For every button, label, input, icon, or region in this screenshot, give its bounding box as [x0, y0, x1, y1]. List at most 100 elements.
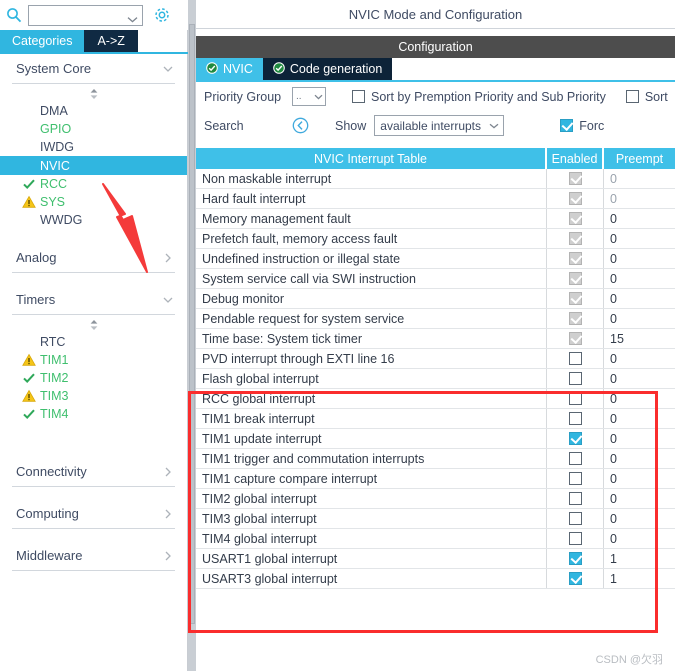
force-truncated-checkbox-wrap[interactable]: Forc — [560, 119, 604, 133]
enabled-checkbox-unchecked[interactable] — [568, 352, 582, 365]
preempt-priority-cell[interactable]: 1 — [604, 549, 675, 568]
enabled-cell[interactable] — [547, 309, 604, 328]
priority-group-select[interactable]: .. — [292, 87, 326, 106]
sidebar-item-tim2[interactable]: TIM2 — [0, 369, 187, 387]
enabled-checkbox-unchecked[interactable] — [568, 532, 582, 545]
table-row[interactable]: RCC global interrupt 0 — [196, 389, 675, 409]
preempt-priority-cell[interactable]: 1 — [604, 569, 675, 588]
table-row[interactable]: System service call via SWI instruction 0 — [196, 269, 675, 289]
enabled-checkbox-checked[interactable] — [568, 572, 582, 585]
table-row[interactable]: USART1 global interrupt 1 — [196, 549, 675, 569]
preempt-priority-cell[interactable]: 0 — [604, 509, 675, 528]
preempt-priority-cell[interactable]: 0 — [604, 209, 675, 228]
preempt-priority-cell[interactable]: 0 — [604, 169, 675, 188]
enabled-checkbox-locked[interactable] — [568, 212, 582, 225]
table-row[interactable]: TIM1 capture compare interrupt 0 — [196, 469, 675, 489]
enabled-cell[interactable] — [547, 569, 604, 588]
enabled-cell[interactable] — [547, 509, 604, 528]
component-search-box[interactable] — [28, 4, 143, 26]
sidebar-item-tim1[interactable]: TIM1 — [0, 351, 187, 369]
column-header-enabled[interactable]: Enabled — [547, 148, 604, 169]
sidebar-item-tim3[interactable]: TIM3 — [0, 387, 187, 405]
table-row[interactable]: Undefined instruction or illegal state 0 — [196, 249, 675, 269]
table-row[interactable]: Pendable request for system service 0 — [196, 309, 675, 329]
preempt-priority-cell[interactable]: 0 — [604, 369, 675, 388]
enabled-cell[interactable] — [547, 289, 604, 308]
enabled-checkbox-locked[interactable] — [568, 312, 582, 325]
search-input[interactable] — [32, 6, 127, 24]
table-row[interactable]: TIM1 break interrupt 0 — [196, 409, 675, 429]
preempt-priority-cell[interactable]: 0 — [604, 429, 675, 448]
enabled-checkbox-locked[interactable] — [568, 332, 582, 345]
enabled-cell[interactable] — [547, 189, 604, 208]
enabled-cell[interactable] — [547, 369, 604, 388]
tab-code-generation[interactable]: Code generation — [262, 58, 393, 80]
preempt-priority-cell[interactable]: 0 — [604, 249, 675, 268]
preempt-priority-cell[interactable]: 0 — [604, 449, 675, 468]
sidebar-item-nvic[interactable]: NVIC — [0, 156, 187, 175]
tab-a-to-z[interactable]: A->Z — [84, 30, 138, 52]
enabled-cell[interactable] — [547, 409, 604, 428]
enabled-cell[interactable] — [547, 269, 604, 288]
show-filter-select[interactable]: available interrupts — [374, 115, 505, 136]
enabled-cell[interactable] — [547, 169, 604, 188]
enabled-cell[interactable] — [547, 489, 604, 508]
table-row[interactable]: Memory management fault 0 — [196, 209, 675, 229]
enabled-checkbox-unchecked[interactable] — [568, 512, 582, 525]
table-row[interactable]: Hard fault interrupt 0 — [196, 189, 675, 209]
enabled-checkbox-locked[interactable] — [568, 172, 582, 185]
preempt-priority-cell[interactable]: 0 — [604, 269, 675, 288]
panel-splitter[interactable] — [188, 0, 196, 671]
preempt-priority-cell[interactable]: 0 — [604, 189, 675, 208]
table-row[interactable]: TIM1 trigger and commutation interrupts 0 — [196, 449, 675, 469]
enabled-checkbox-locked[interactable] — [568, 272, 582, 285]
preempt-priority-cell[interactable]: 0 — [604, 349, 675, 368]
enabled-cell[interactable] — [547, 389, 604, 408]
sort-truncated-checkbox[interactable] — [625, 90, 639, 103]
group-header-middleware[interactable]: Middleware — [12, 541, 175, 571]
preempt-priority-cell[interactable]: 0 — [604, 529, 675, 548]
scroll-spinner-timers[interactable] — [0, 315, 187, 333]
search-reset-icon[interactable] — [292, 117, 309, 134]
sort-preemption-checkbox[interactable] — [352, 90, 365, 103]
table-row[interactable]: USART3 global interrupt 1 — [196, 569, 675, 589]
enabled-cell[interactable] — [547, 529, 604, 548]
column-header-preempt[interactable]: Preempt — [604, 148, 675, 169]
enabled-checkbox-unchecked[interactable] — [568, 472, 582, 485]
enabled-cell[interactable] — [547, 429, 604, 448]
sidebar-item-iwdg[interactable]: IWDG — [0, 138, 187, 156]
enabled-checkbox-unchecked[interactable] — [568, 492, 582, 505]
enabled-cell[interactable] — [547, 229, 604, 248]
enabled-checkbox-locked[interactable] — [568, 292, 582, 305]
sort-truncated-checkbox-wrap[interactable]: Sort — [625, 90, 668, 104]
preempt-priority-cell[interactable]: 15 — [604, 329, 675, 348]
table-row[interactable]: TIM3 global interrupt 0 — [196, 509, 675, 529]
force-truncated-checkbox[interactable] — [560, 119, 574, 132]
group-header-timers[interactable]: Timers — [12, 285, 175, 315]
column-header-name[interactable]: NVIC Interrupt Table — [196, 148, 547, 169]
table-row[interactable]: TIM1 update interrupt 0 — [196, 429, 675, 449]
preempt-priority-cell[interactable]: 0 — [604, 489, 675, 508]
table-row[interactable]: Debug monitor 0 — [196, 289, 675, 309]
preempt-priority-cell[interactable]: 0 — [604, 409, 675, 428]
preempt-priority-cell[interactable]: 0 — [604, 469, 675, 488]
group-header-analog[interactable]: Analog — [12, 243, 175, 273]
group-header-connectivity[interactable]: Connectivity — [12, 457, 175, 487]
enabled-checkbox-locked[interactable] — [568, 232, 582, 245]
enabled-checkbox-unchecked[interactable] — [568, 392, 582, 405]
gear-icon[interactable] — [153, 6, 171, 24]
enabled-checkbox-checked[interactable] — [568, 552, 582, 565]
table-row[interactable]: Time base: System tick timer 15 — [196, 329, 675, 349]
tab-categories[interactable]: Categories — [0, 30, 85, 52]
enabled-cell[interactable] — [547, 209, 604, 228]
group-header-computing[interactable]: Computing — [12, 499, 175, 529]
sort-preemption-checkbox-wrap[interactable]: Sort by Premption Priority and Sub Prior… — [352, 90, 606, 104]
enabled-checkbox-locked[interactable] — [568, 252, 582, 265]
preempt-priority-cell[interactable]: 0 — [604, 389, 675, 408]
group-header-system-core[interactable]: System Core — [12, 54, 175, 84]
sidebar-item-tim4[interactable]: TIM4 — [0, 405, 187, 423]
preempt-priority-cell[interactable]: 0 — [604, 229, 675, 248]
scrollbar-thumb[interactable] — [189, 24, 195, 624]
sidebar-item-gpio[interactable]: GPIO — [0, 120, 187, 138]
table-row[interactable]: PVD interrupt through EXTI line 16 0 — [196, 349, 675, 369]
